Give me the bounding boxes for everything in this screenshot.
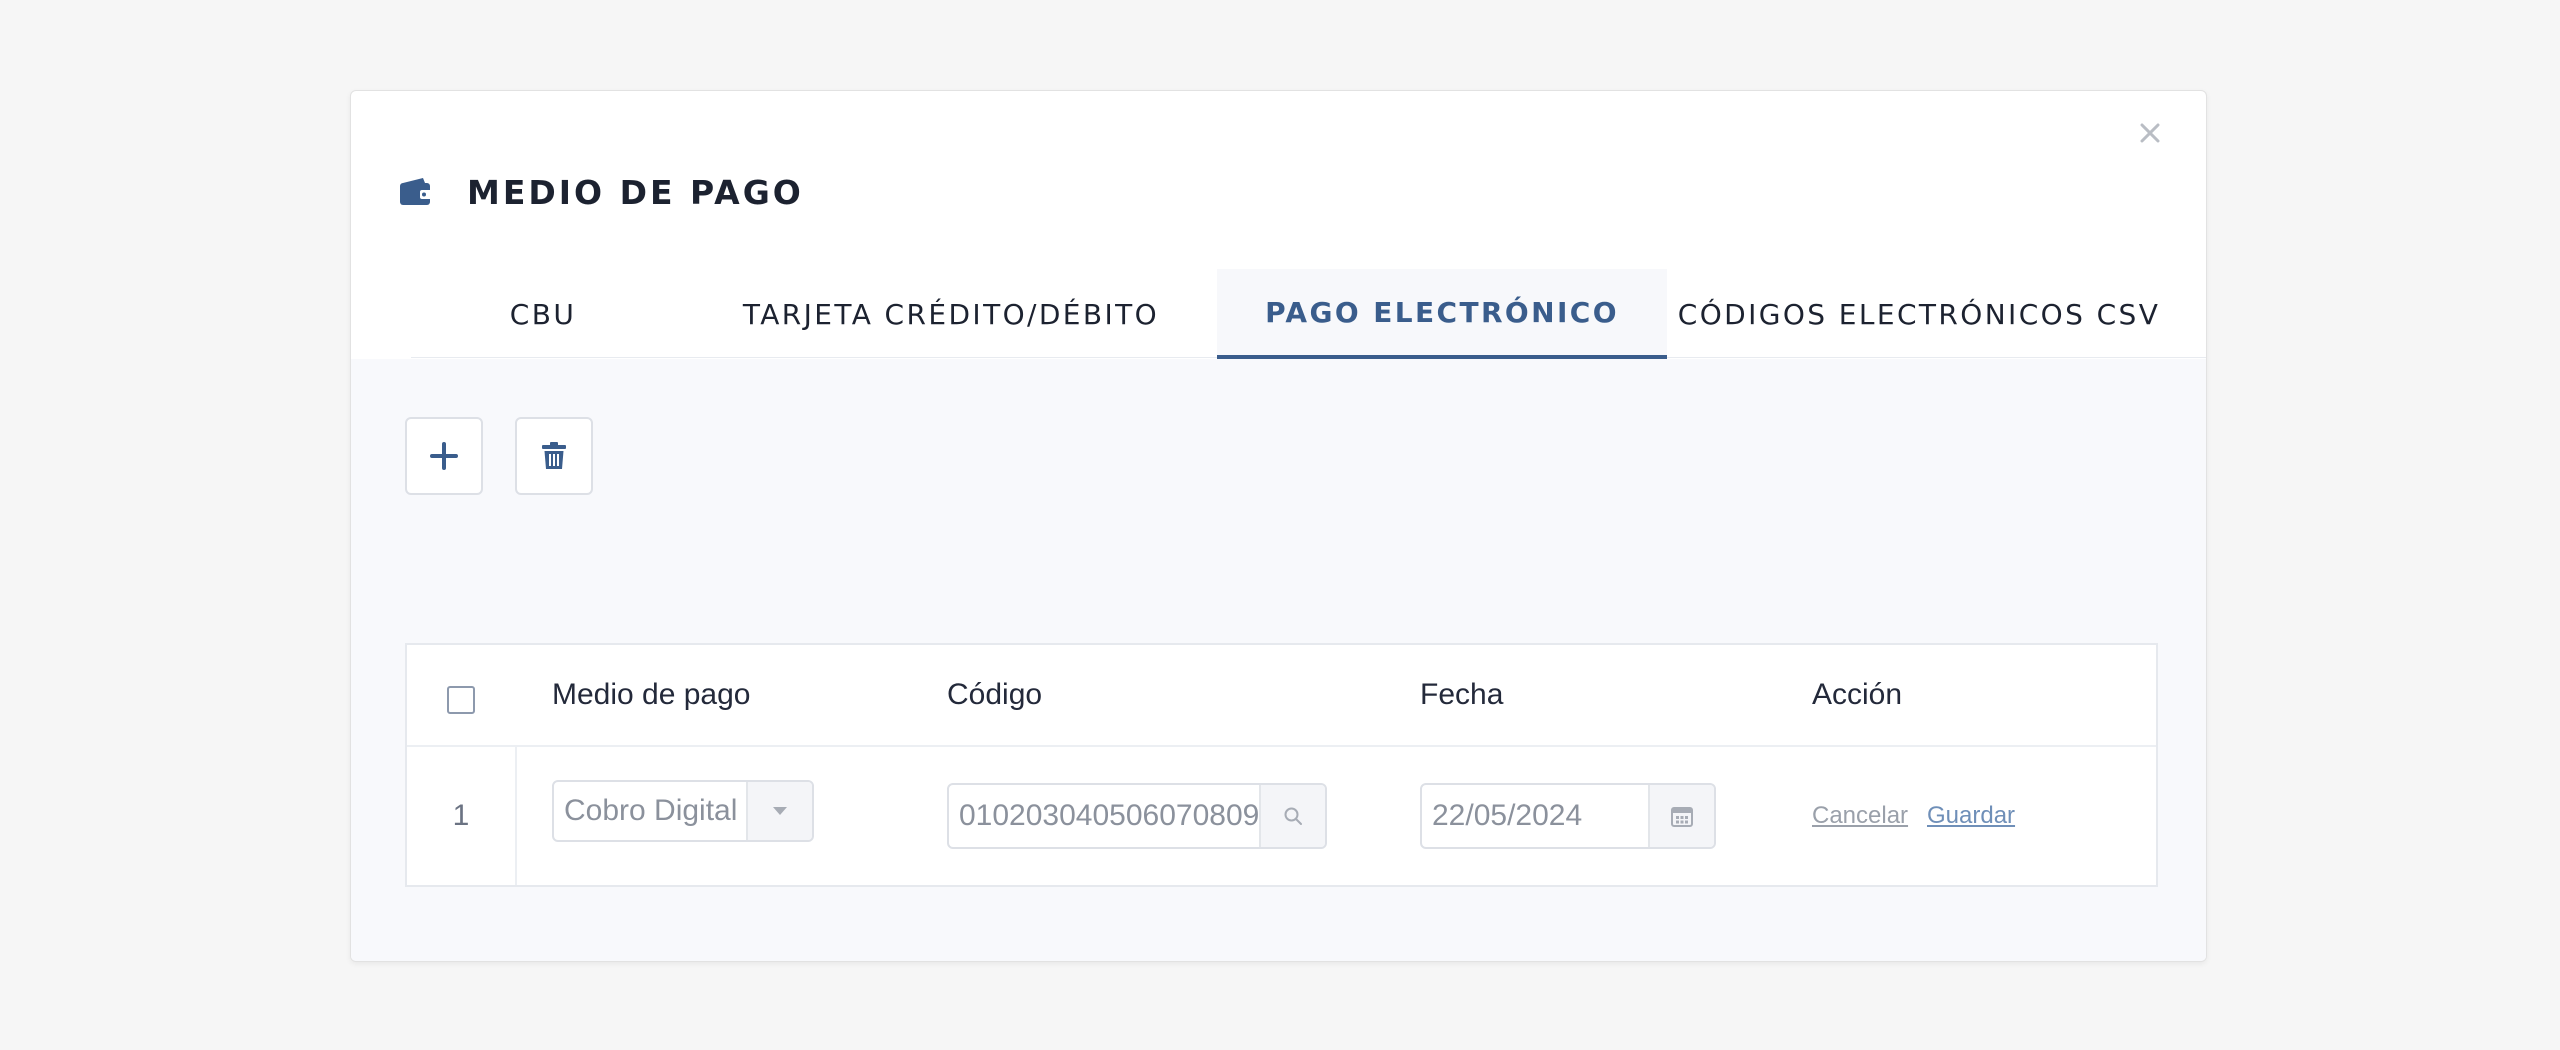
payment-method-dialog: MEDIO DE PAGO CBU TARJETA CRÉDITO/DÉBITO… bbox=[350, 90, 2207, 962]
add-button[interactable] bbox=[405, 417, 483, 495]
tab-pago-electronico[interactable]: PAGO ELECTRÓNICO bbox=[1217, 269, 1667, 359]
select-all-checkbox[interactable] bbox=[447, 686, 475, 714]
plus-icon bbox=[430, 442, 458, 470]
tab-tarjeta-credito-debito[interactable]: TARJETA CRÉDITO/DÉBITO bbox=[741, 269, 1161, 359]
column-header-medio: Medio de pago bbox=[552, 678, 751, 711]
close-button[interactable] bbox=[2130, 113, 2170, 153]
search-icon bbox=[1284, 807, 1302, 825]
dialog-title: MEDIO DE PAGO bbox=[467, 172, 804, 212]
wallet-icon bbox=[400, 178, 432, 205]
tab-bar: CBU TARJETA CRÉDITO/DÉBITO PAGO ELECTRÓN… bbox=[411, 269, 2206, 359]
table-row: 1 Cobro Digital 010203040506070809102 bbox=[407, 747, 2156, 885]
save-link[interactable]: Guardar bbox=[1927, 747, 2015, 885]
dialog-header: MEDIO DE PAGO bbox=[399, 167, 804, 217]
calendar-icon bbox=[1671, 807, 1693, 827]
column-header-codigo: Código bbox=[947, 678, 1043, 711]
medio-dropdown-toggle[interactable] bbox=[746, 782, 812, 840]
payment-table: Medio de pago Código Fecha Acción 1 Cobr… bbox=[405, 643, 2158, 887]
tab-cbu[interactable]: CBU bbox=[411, 269, 675, 359]
column-header-fecha: Fecha bbox=[1420, 678, 1504, 711]
codigo-search-button[interactable] bbox=[1259, 785, 1325, 847]
cancel-link[interactable]: Cancelar bbox=[1812, 747, 1908, 885]
fecha-field[interactable]: 22/05/2024 bbox=[1420, 783, 1716, 849]
tab-content: Medio de pago Código Fecha Acción 1 Cobr… bbox=[351, 359, 2206, 961]
row-number: 1 bbox=[407, 747, 517, 885]
codigo-value: 010203040506070809102 bbox=[959, 799, 1259, 832]
table-header: Medio de pago Código Fecha Acción bbox=[407, 645, 2156, 747]
codigo-field[interactable]: 010203040506070809102 bbox=[947, 783, 1327, 849]
delete-button[interactable] bbox=[515, 417, 593, 495]
tab-codigos-electronicos-csv[interactable]: CÓDIGOS ELECTRÓNICOS CSV bbox=[1669, 269, 2169, 359]
fecha-calendar-button[interactable] bbox=[1648, 785, 1714, 847]
medio-select-value: Cobro Digital bbox=[564, 794, 738, 827]
fecha-value: 22/05/2024 bbox=[1432, 799, 1583, 832]
column-header-accion: Acción bbox=[1812, 678, 1903, 711]
trash-icon bbox=[542, 442, 566, 469]
medio-select[interactable]: Cobro Digital bbox=[552, 780, 814, 842]
caret-down-icon bbox=[773, 807, 787, 815]
close-icon bbox=[2140, 123, 2160, 143]
